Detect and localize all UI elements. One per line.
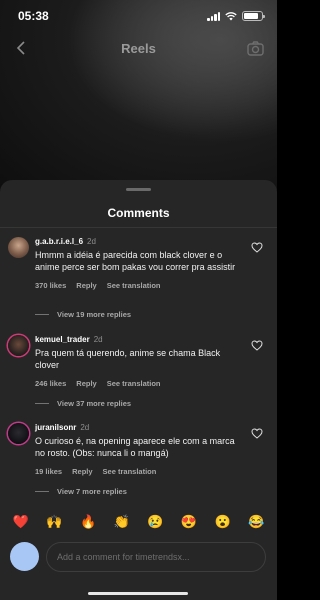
camera-icon[interactable] (247, 39, 265, 57)
avatar[interactable] (8, 335, 29, 356)
home-indicator[interactable] (88, 592, 188, 595)
heart-icon[interactable] (251, 340, 263, 351)
replies-line (35, 314, 49, 315)
replies-line (35, 403, 49, 404)
more-replies-label: View 7 more replies (57, 487, 127, 496)
comment-username[interactable]: g.a.b.r.i.e.l_6 (35, 237, 83, 246)
emoji-surprised[interactable]: 😮 (211, 510, 235, 534)
avatar[interactable] (8, 423, 29, 444)
comment-text: Pra quem tá querendo, anime se chama Bla… (35, 348, 221, 370)
comment-username[interactable]: kemuel_trader (35, 335, 90, 344)
comment-input[interactable] (46, 542, 266, 572)
comment-text: O curioso é, na opening aparece ele com … (35, 436, 235, 458)
avatar[interactable] (8, 237, 29, 258)
more-replies-label: View 37 more replies (57, 399, 132, 408)
comment-text: Hmmm a idéia é parecida com black clover… (35, 250, 236, 272)
status-time: 05:38 (18, 9, 49, 23)
comment-time: 2d (93, 335, 103, 344)
likes-count[interactable]: 19 likes (35, 467, 62, 476)
signal-icon (207, 11, 220, 21)
emoji-raised-hands[interactable]: 🙌 (42, 510, 66, 534)
reply-button[interactable]: Reply (76, 379, 96, 388)
reply-button[interactable]: Reply (76, 281, 96, 290)
sheet-grabber[interactable] (126, 188, 151, 191)
divider (0, 227, 277, 228)
page-title: Reels (121, 40, 156, 56)
emoji-fire[interactable]: 🔥 (76, 510, 100, 534)
view-more-replies[interactable]: View 7 more replies (35, 487, 127, 496)
emoji-heart-eyes[interactable]: 😍 (177, 510, 201, 534)
wifi-icon (225, 11, 237, 20)
reel-header: Reels (0, 34, 277, 62)
emoji-laughing[interactable]: 😂 (244, 510, 268, 534)
comment-time: 2d (80, 423, 90, 432)
emoji-clap[interactable]: 👏 (110, 510, 134, 534)
reply-button[interactable]: Reply (72, 467, 92, 476)
composer-area: ❤️ 🙌 🔥 👏 😢 😍 😮 😂 (0, 502, 277, 600)
likes-count[interactable]: 370 likes (35, 281, 66, 290)
status-icons (207, 11, 265, 21)
comment-input-row (10, 542, 267, 572)
comment-username[interactable]: juranilsonr (35, 423, 76, 432)
more-replies-label: View 19 more replies (57, 310, 132, 319)
comment-time: 2d (87, 237, 96, 246)
view-more-replies[interactable]: View 37 more replies (35, 399, 131, 408)
heart-icon[interactable] (251, 428, 263, 439)
see-translation-button[interactable]: See translation (107, 379, 161, 388)
my-avatar (10, 542, 39, 571)
see-translation-button[interactable]: See translation (107, 281, 161, 290)
emoji-heart[interactable]: ❤️ (9, 510, 33, 534)
replies-line (35, 491, 49, 492)
chevron-left-icon[interactable] (12, 39, 30, 57)
likes-count[interactable]: 246 likes (35, 379, 66, 388)
heart-icon[interactable] (251, 242, 263, 253)
emoji-crying[interactable]: 😢 (143, 510, 167, 534)
view-more-replies[interactable]: View 19 more replies (35, 310, 131, 319)
battery-icon (242, 11, 265, 21)
sheet-title: Comments (107, 206, 170, 220)
status-bar: 05:38 (0, 0, 277, 32)
see-translation-button[interactable]: See translation (103, 467, 157, 476)
emoji-bar: ❤️ 🙌 🔥 👏 😢 😍 😮 😂 (0, 510, 277, 534)
